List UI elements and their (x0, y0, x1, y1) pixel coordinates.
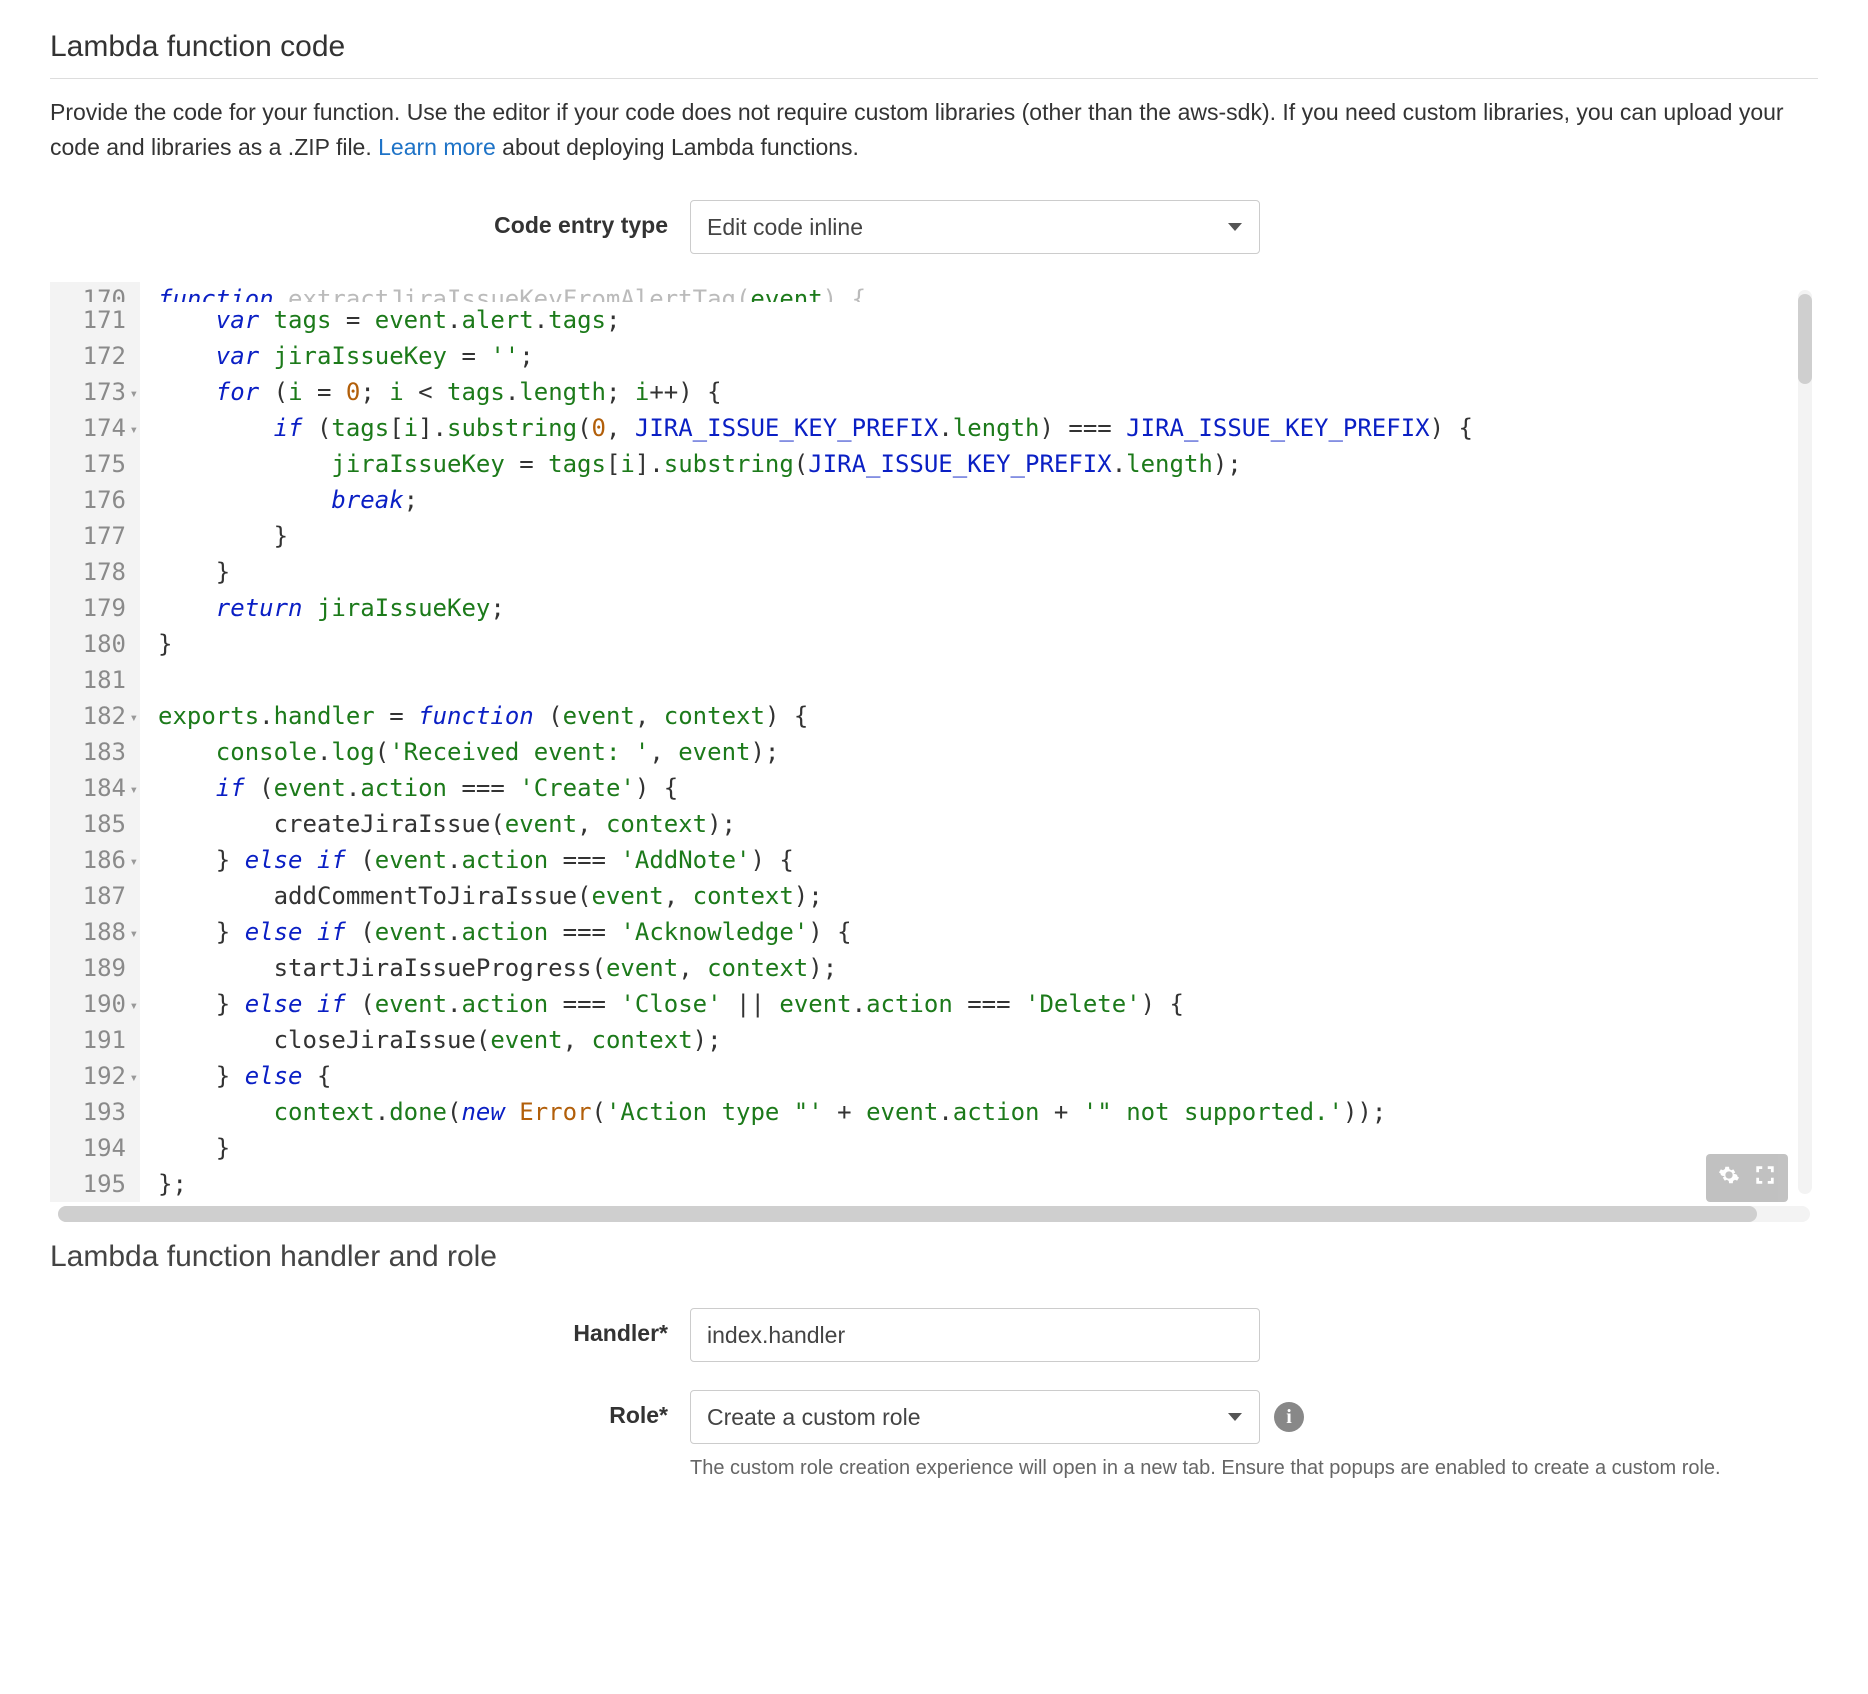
role-label: Role* (50, 1390, 690, 1429)
section-lambda-code-description: Provide the code for your function. Use … (50, 95, 1818, 164)
code-editor-gutter: 1701711721731741751761771781791801811821… (50, 282, 140, 1202)
description-text: Provide the code for your function. Use … (50, 99, 1784, 160)
fullscreen-icon[interactable] (1754, 1164, 1776, 1192)
section-lambda-code-title: Lambda function code (50, 20, 1818, 79)
role-select[interactable]: Create a custom role (690, 1390, 1260, 1444)
code-editor[interactable]: 1701711721731741751761771781791801811821… (50, 282, 1818, 1222)
section-handler-role-title: Lambda function handler and role (50, 1240, 1818, 1274)
description-text-2: about deploying Lambda functions. (496, 134, 859, 160)
editor-floating-toolbar (1706, 1154, 1788, 1202)
code-editor-content[interactable]: function extractJiraIssueKeyFromAlertTag… (140, 282, 1818, 1202)
info-icon[interactable]: i (1274, 1402, 1304, 1432)
editor-vertical-scrollbar[interactable] (1798, 290, 1812, 1194)
learn-more-link[interactable]: Learn more (378, 134, 496, 160)
handler-label: Handler* (50, 1308, 690, 1347)
code-entry-type-select[interactable]: Edit code inline (690, 200, 1260, 254)
role-helper-text: The custom role creation experience will… (690, 1454, 1721, 1482)
gear-icon[interactable] (1718, 1164, 1740, 1192)
code-entry-type-label: Code entry type (50, 200, 690, 239)
editor-horizontal-scrollbar[interactable] (58, 1206, 1810, 1222)
handler-input[interactable] (690, 1308, 1260, 1362)
